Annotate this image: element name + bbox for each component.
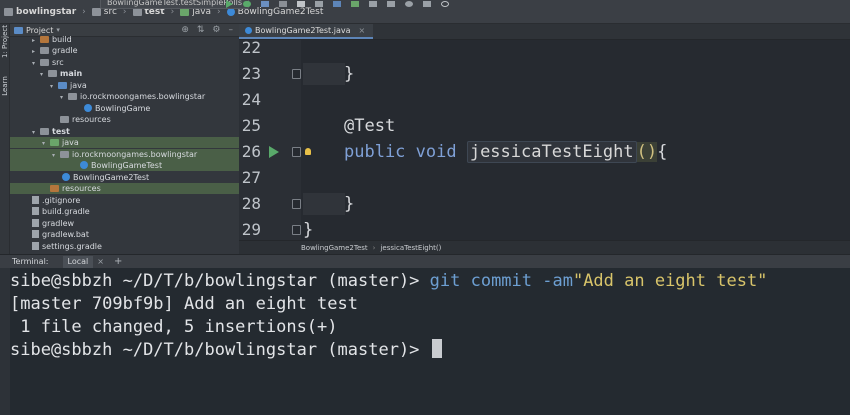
fold-icon[interactable]: [292, 69, 301, 79]
navigation-bar: bowlingstar › src › test › java › Bowlin…: [0, 0, 850, 24]
tree-item-build[interactable]: ▸ build: [10, 34, 239, 45]
tree-item-test-package[interactable]: ▾ io.rockmoongames.bowlingstar: [10, 149, 239, 160]
fold-icon[interactable]: [292, 225, 301, 235]
tree-item-test[interactable]: ▾ test: [10, 126, 239, 137]
tree-item-main-package[interactable]: ▾ io.rockmoongames.bowlingstar: [10, 91, 239, 102]
lightbulb-icon[interactable]: [305, 148, 311, 155]
search-icon[interactable]: [441, 1, 449, 7]
settings-icon[interactable]: [405, 1, 413, 7]
terminal-output[interactable]: sibe@sbbzh ~/D/T/b/bowlingstar (master)>…: [0, 268, 850, 415]
package-icon: [60, 151, 69, 158]
breadcrumb-class[interactable]: BowlingGame2Test: [301, 244, 368, 252]
tree-item-bowlinggametest[interactable]: BowlingGameTest: [10, 160, 239, 171]
terminal-label: Terminal:: [12, 257, 49, 266]
code-line-26: 26 public void jessicaTestEight(){: [241, 141, 668, 163]
tree-item-test-java[interactable]: ▾ java: [10, 137, 239, 148]
tree-item-main-resources[interactable]: resources: [10, 114, 239, 125]
terminal-line: sibe@sbbzh ~/D/T/b/bowlingstar (master)>…: [10, 271, 768, 291]
terminal-header: Terminal: Local × +: [0, 254, 850, 268]
file-icon: [32, 230, 39, 238]
history-icon[interactable]: [369, 1, 377, 7]
coverage-icon[interactable]: [261, 1, 269, 7]
toolbar: [226, 0, 449, 8]
tree-item-gitignore[interactable]: .gitignore: [10, 195, 239, 206]
run-icon[interactable]: [226, 0, 233, 8]
tree-item-gradle[interactable]: ▸ gradle: [10, 45, 239, 56]
vcs-update-icon[interactable]: [333, 1, 341, 7]
project-panel: Project ▾ ⊕ ⇅ ⚙ – ▸ build ▸ gradle ▾ src ▾ m…: [10, 24, 239, 254]
test-folder-icon: [50, 139, 59, 146]
breadcrumb-project[interactable]: bowlingstar: [4, 7, 76, 17]
folder-icon: [4, 7, 13, 16]
close-icon[interactable]: ×: [358, 26, 365, 35]
file-icon: [32, 196, 39, 204]
indent-guide: [303, 63, 345, 85]
fold-icon[interactable]: [292, 147, 301, 157]
structure-icon[interactable]: [423, 1, 431, 7]
gradle-icon: [32, 207, 39, 215]
folder-icon: [48, 70, 57, 77]
run-test-icon[interactable]: [269, 146, 279, 158]
terminal-line: [master 709bf9b] Add an eight test: [10, 294, 358, 314]
code-line-25: 25 @Test: [241, 116, 396, 136]
new-terminal-icon[interactable]: +: [114, 256, 122, 267]
build-icon[interactable]: [315, 1, 323, 7]
close-icon[interactable]: ×: [97, 257, 104, 266]
debug-icon[interactable]: [243, 1, 251, 7]
terminal-side-strip: [0, 268, 10, 415]
folder-icon: [50, 185, 59, 192]
folder-icon: [91, 7, 101, 16]
folder-icon: [60, 116, 69, 123]
profile-icon[interactable]: [279, 1, 287, 7]
project-tool-button[interactable]: 1: Project: [1, 25, 9, 58]
test-class-icon: [245, 27, 252, 34]
terminal-cursor: [431, 339, 442, 358]
code-line-24: 24: [241, 90, 261, 109]
project-icon: [14, 26, 23, 34]
breadcrumb-method[interactable]: jessicaTestEight(): [380, 244, 441, 252]
learn-tool-button[interactable]: Learn: [1, 70, 9, 102]
test-class-icon: [80, 161, 88, 169]
revert-icon[interactable]: [387, 1, 395, 7]
test-class-icon: [62, 173, 70, 181]
fold-icon[interactable]: [292, 199, 301, 209]
tree-item-bowlinggame2test[interactable]: BowlingGame2Test: [10, 172, 239, 183]
tree-item-bowlinggame[interactable]: BowlingGame: [10, 103, 239, 114]
stop-icon[interactable]: [297, 1, 305, 7]
code-line-22: 22: [241, 38, 261, 57]
folder-orange-icon: [40, 36, 49, 43]
chevron-down-icon[interactable]: ▾: [56, 26, 60, 34]
tool-window-strip: 1: Project Learn: [0, 24, 10, 254]
vcs-commit-icon[interactable]: [351, 1, 359, 7]
code-editor: BowlingGame2Test.java × 22 23 } 24 25 @T…: [239, 24, 850, 254]
method-name: jessicaTestEight: [466, 141, 637, 163]
source-folder-icon: [58, 82, 67, 89]
folder-icon: [40, 47, 49, 54]
terminal-line: 1 file changed, 5 insertions(+): [10, 317, 338, 337]
folder-icon: [40, 128, 49, 135]
package-icon: [68, 93, 77, 100]
terminal-prompt-line: sibe@sbbzh ~/D/T/b/bowlingstar (master)>: [10, 339, 442, 362]
folder-icon: [40, 59, 49, 66]
tree-item-main-java[interactable]: ▾ java: [10, 80, 239, 91]
indent-guide: [303, 193, 345, 215]
code-line-23: 23 }: [241, 63, 355, 85]
gradle-icon: [32, 242, 39, 250]
tree-item-settings-gradle[interactable]: settings.gradle: [10, 241, 239, 252]
tree-item-build-gradle[interactable]: build.gradle: [10, 206, 239, 217]
code-line-27: 27: [241, 168, 261, 187]
tree-item-gradlew-bat[interactable]: gradlew.bat: [10, 229, 239, 240]
file-icon: [32, 219, 39, 227]
tree-item-gradlew[interactable]: gradlew: [10, 218, 239, 229]
tree-item-src[interactable]: ▾ src: [10, 57, 239, 68]
code-line-28: 28 }: [241, 193, 355, 215]
class-icon: [84, 104, 92, 112]
tab-local[interactable]: Local: [62, 255, 94, 268]
tree-item-main[interactable]: ▾ main: [10, 68, 239, 79]
editor-breadcrumbs: BowlingGame2Test › jessicaTestEight(): [239, 240, 850, 254]
tree-item-test-resources[interactable]: resources: [10, 183, 239, 194]
